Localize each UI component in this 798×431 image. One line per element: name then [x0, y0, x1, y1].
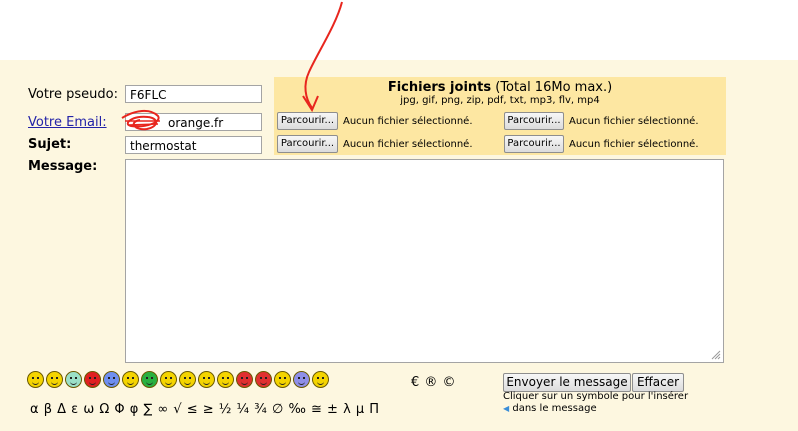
browse-button-4[interactable]: Parcourir... [504, 135, 564, 153]
message-textarea[interactable] [125, 159, 724, 363]
smiley-icon[interactable] [274, 371, 291, 388]
browse-button-2[interactable]: Parcourir... [504, 112, 564, 130]
resize-grip-icon[interactable] [711, 350, 721, 360]
symbols-currency[interactable]: € ® © [411, 375, 456, 390]
smiley-icon[interactable] [236, 371, 253, 388]
smiley-icon[interactable] [293, 371, 310, 388]
smiley-icon[interactable] [27, 371, 44, 388]
no-file-text-4: Aucun fichier sélectionné. [569, 139, 699, 150]
smiley-icon[interactable] [141, 371, 158, 388]
smiley-icon[interactable] [217, 371, 234, 388]
smiley-icon[interactable] [312, 371, 329, 388]
smiley-bar [27, 371, 329, 388]
smiley-icon[interactable] [46, 371, 63, 388]
email-link[interactable]: Votre Email: [28, 115, 107, 130]
attachments-allowed-types: jpg, gif, png, zip, pdf, txt, mp3, flv, … [400, 95, 600, 106]
smiley-icon[interactable] [103, 371, 120, 388]
hint-line-1: Cliquer sur un symbole pour l'insérer [503, 391, 689, 402]
subject-input[interactable]: thermostat [125, 136, 262, 154]
no-file-text-1: Aucun fichier sélectionné. [343, 116, 473, 127]
smiley-icon[interactable] [160, 371, 177, 388]
attachments-title: Fichiers joints (Total 16Mo max.) [274, 80, 726, 95]
clear-button[interactable]: Effacer [632, 373, 684, 392]
smiley-icon[interactable] [179, 371, 196, 388]
message-label: Message: [28, 159, 98, 174]
symbol-hint: Cliquer sur un symbole pour l'insérer ◀ … [503, 391, 688, 415]
hint-line-2: ◀ dans le message [503, 403, 688, 415]
attachments-title-limit: (Total 16Mo max.) [491, 80, 613, 95]
browse-button-3[interactable]: Parcourir... [277, 135, 338, 153]
subject-label: Sujet: [28, 137, 72, 152]
smiley-icon[interactable] [122, 371, 139, 388]
hint-line-2-text: dans le message [512, 403, 597, 414]
smiley-icon[interactable] [84, 371, 101, 388]
no-file-text-2: Aucun fichier sélectionné. [569, 116, 699, 127]
smiley-icon[interactable] [255, 371, 272, 388]
no-file-text-3: Aucun fichier sélectionné. [343, 139, 473, 150]
email-input[interactable]: orange.fr [125, 113, 262, 131]
pseudo-label: Votre pseudo: [28, 87, 118, 102]
pseudo-input[interactable]: F6FLC [125, 85, 262, 103]
smiley-icon[interactable] [198, 371, 215, 388]
send-button[interactable]: Envoyer le message [503, 373, 631, 392]
smiley-icon[interactable] [65, 371, 82, 388]
triangle-left-icon: ◀ [503, 404, 510, 413]
symbols-row[interactable]: α β Δ ε ω Ω Φ φ ∑ ∞ √ ≤ ≥ ½ ¼ ¾ ∅ ‰ ≅ ± … [30, 402, 380, 417]
browse-button-1[interactable]: Parcourir... [277, 112, 338, 130]
attachments-title-bold: Fichiers joints [387, 80, 492, 95]
